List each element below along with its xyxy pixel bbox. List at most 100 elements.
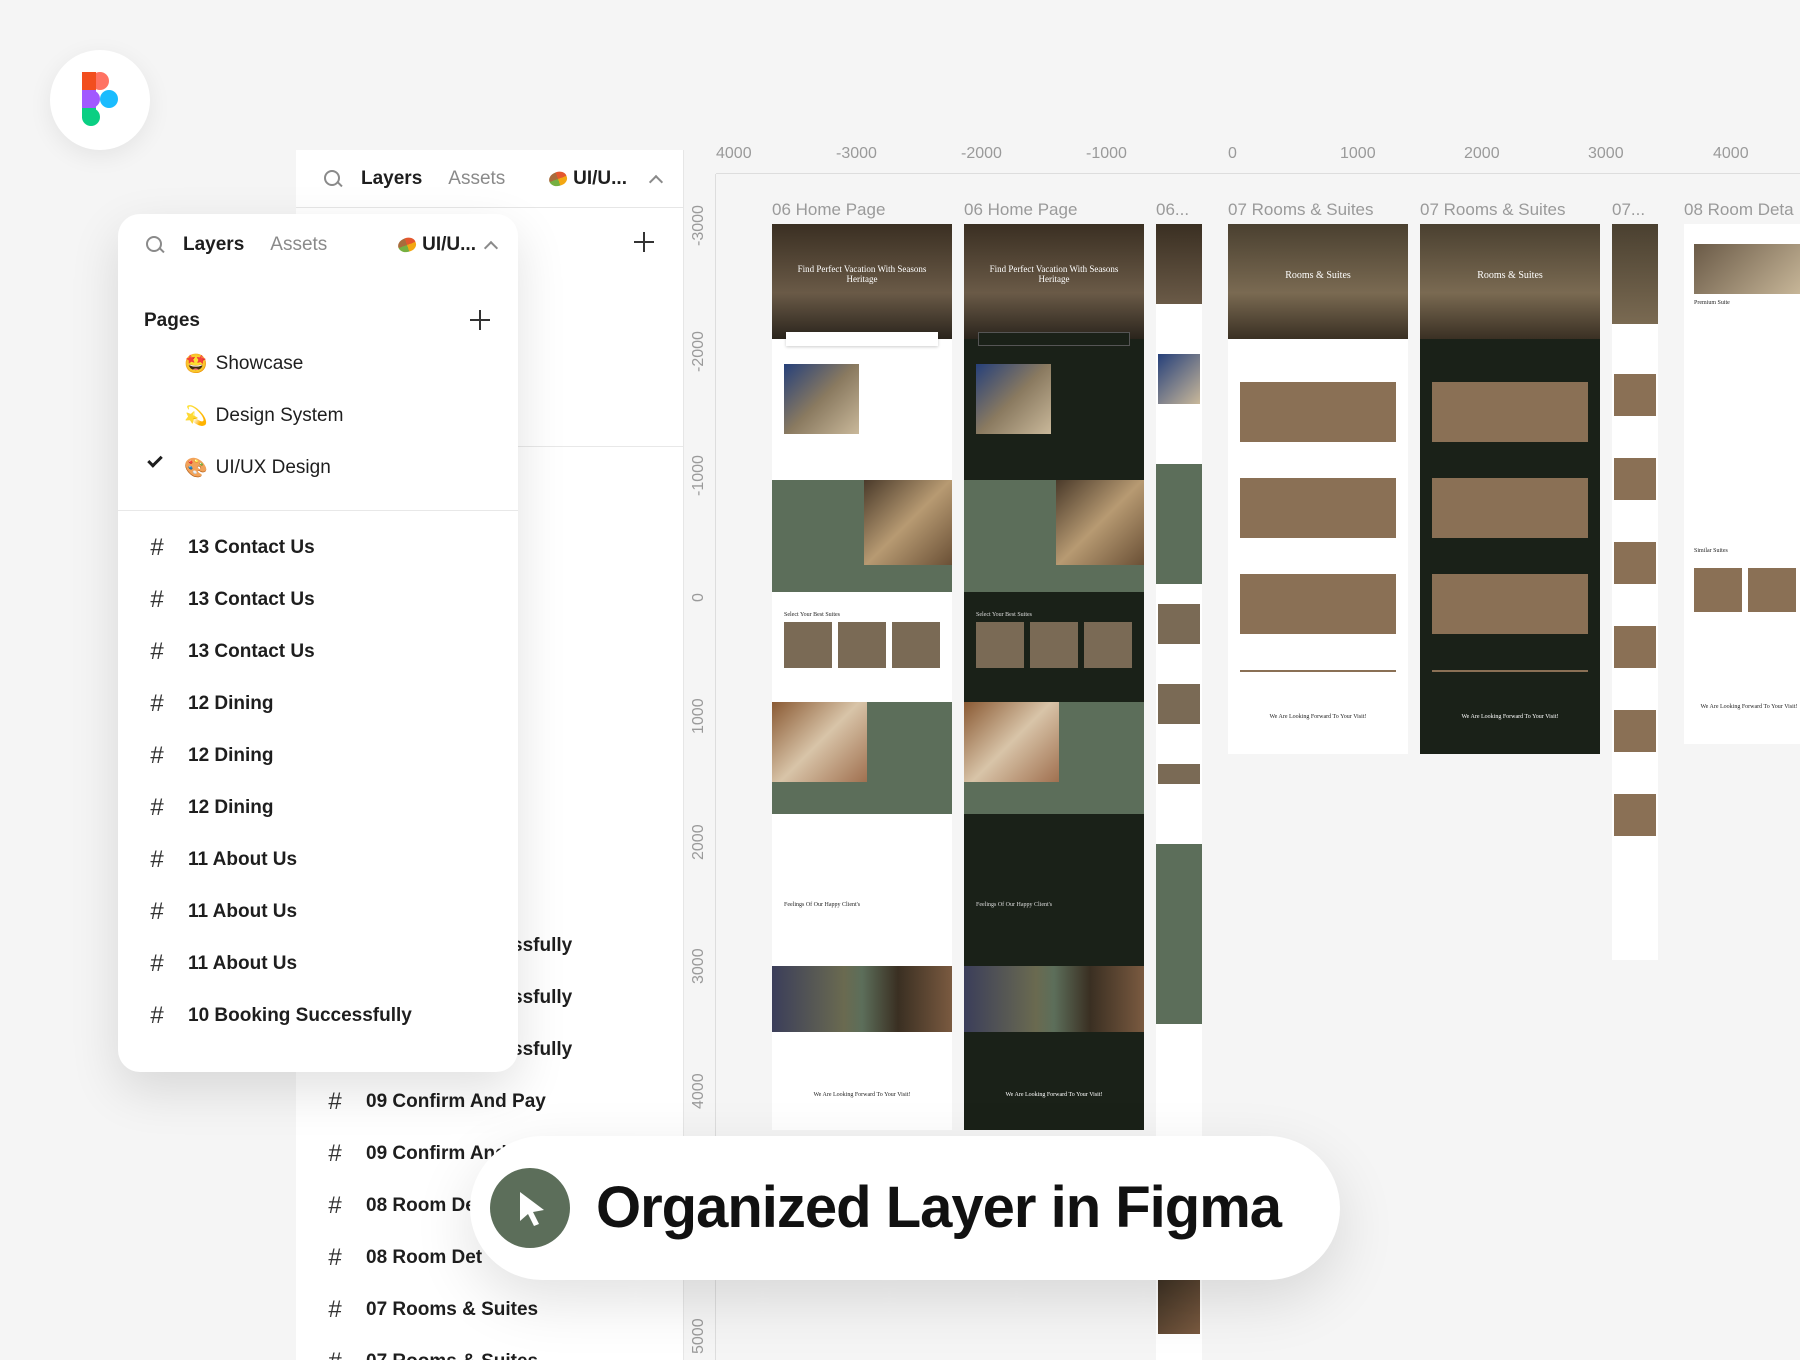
frame-icon: # [150,742,164,769]
panel-header: Layers Assets UI/U... [118,214,518,276]
add-page-button[interactable] [470,310,490,330]
layer-row[interactable]: #13 Contact Us [144,626,504,678]
layer-row[interactable]: #09 Confirm And Pay [322,1076,682,1128]
frame-icon: # [150,638,164,665]
similar-title: Similar Suites [1694,548,1728,554]
section-feelings: Feelings Of Our Happy Client's [976,902,1053,908]
layer-row[interactable]: ssfully [512,920,682,972]
footer-heading: We Are Looking Forward To Your Visit! [1005,1092,1103,1098]
ruler-tick: 4000 [690,1073,707,1109]
chevron-up-icon[interactable] [483,240,499,256]
layer-row[interactable]: #13 Contact Us [144,574,504,626]
layer-label: 13 Contact Us [188,641,315,662]
ruler-tick: 0 [690,593,707,602]
frame-icon: # [150,898,164,925]
footer-heading: We Are Looking Forward To Your Visit! [1700,704,1798,710]
palette-icon [396,235,419,255]
layer-label: ssfully [512,987,573,1008]
layer-list: #13 Contact Us #13 Contact Us #13 Contac… [144,522,504,1042]
page-switcher[interactable]: UI/U... [396,234,476,256]
search-icon[interactable] [323,169,343,189]
checkmark-icon [147,452,163,468]
layer-label: 11 About Us [188,901,298,922]
search-icon[interactable] [145,235,165,255]
frame-icon: # [328,1244,342,1271]
layer-label: 07 Rooms & Suites [366,1299,539,1320]
frame-title[interactable]: 07 Rooms & Suites [1420,200,1566,220]
layer-row[interactable]: #12 Dining [144,730,504,782]
frame-icon: # [328,1140,342,1167]
frame-rooms-mobile[interactable] [1612,224,1658,960]
frame-room-detail[interactable]: Premium Suite Similar Suites We Are Look… [1684,224,1800,744]
section-suites: Select Your Best Suites [976,612,1033,618]
figma-icon [82,72,118,126]
layer-row[interactable]: ssfully [512,972,682,1024]
frame-icon: # [150,794,164,821]
frame-icon: # [150,950,164,977]
frame-rooms-dark[interactable]: Rooms & Suites We Are Looking Forward To… [1420,224,1600,754]
footer-heading: We Are Looking Forward To Your Visit! [1461,714,1559,720]
frame-home-dark[interactable]: Find Perfect Vacation With Seasons Herit… [964,224,1144,1130]
layer-label: 08 Room Det [366,1247,483,1268]
tab-assets[interactable]: Assets [270,234,327,256]
layer-label: 13 Contact Us [188,589,315,610]
frame-title[interactable]: 07 Rooms & Suites [1228,200,1374,220]
pages-panel: Layers Assets UI/U... Pages 🤩 Showcase 💫… [118,214,518,1072]
frame-title[interactable]: 06 Home Page [964,200,1077,220]
frame-icon: # [150,846,164,873]
frame-icon: # [328,1088,342,1115]
frame-icon: # [150,1002,164,1029]
starstruck-icon: 🤩 [184,354,208,375]
page-switcher-label: UI/U... [422,234,476,255]
add-page-button[interactable] [634,232,654,252]
tab-assets[interactable]: Assets [448,168,505,190]
layer-row[interactable]: #11 About Us [144,938,504,990]
layer-label: ssfully [512,935,573,956]
page-item-label: UI/UX Design [215,457,331,478]
frame-title[interactable]: 06... [1156,200,1189,220]
layer-row[interactable]: ssfully [512,1024,682,1076]
panel-header: Layers Assets UI/U... [296,150,683,208]
ruler-tick: -2000 [690,331,707,372]
layer-row[interactable]: #12 Dining [144,782,504,834]
layer-row[interactable]: #07 Rooms & Suites [322,1336,682,1360]
page-item-uiux-design[interactable]: 🎨 UI/UX Design [184,456,331,480]
layer-row[interactable]: #12 Dining [144,678,504,730]
frame-title[interactable]: 06 Home Page [772,200,885,220]
page-switcher[interactable]: UI/U... [547,168,627,190]
layer-label: 12 Dining [188,745,274,766]
ruler-tick: 2000 [690,824,707,860]
layer-row[interactable]: #11 About Us [144,834,504,886]
section-feelings: Feelings Of Our Happy Client's [784,902,861,908]
page-item-label: Design System [215,405,344,426]
layer-label: ssfully [512,1039,573,1060]
layer-row[interactable]: #11 About Us [144,886,504,938]
chevron-up-icon[interactable] [648,174,664,189]
pages-heading: Pages [144,310,200,331]
tab-layers[interactable]: Layers [361,168,422,190]
frame-home-light[interactable]: Find Perfect Vacation With Seasons Herit… [772,224,952,1130]
layer-row[interactable]: #07 Rooms & Suites [322,1284,682,1336]
frame-title[interactable]: 07... [1612,200,1645,220]
frame-icon: # [150,534,164,561]
cursor-icon [520,1192,544,1226]
layer-label: 13 Contact Us [188,537,315,558]
dizzy-icon: 💫 [184,406,208,427]
footer-heading: We Are Looking Forward To Your Visit! [813,1092,911,1098]
ruler-tick: -1000 [690,455,707,496]
ruler-tick: 1000 [690,698,707,734]
page-item-showcase[interactable]: 🤩 Showcase [184,352,303,376]
cursor-badge [490,1168,570,1248]
tab-layers[interactable]: Layers [183,234,244,256]
frame-title[interactable]: 08 Room Deta [1684,200,1794,220]
frame-rooms-light[interactable]: Rooms & Suites We Are Looking Forward To… [1228,224,1408,754]
layer-row[interactable]: #10 Booking Successfully [144,990,504,1042]
layer-label: 10 Booking Successfully [188,1005,412,1026]
frame-icon: # [328,1296,342,1323]
layer-row[interactable]: #13 Contact Us [144,522,504,574]
hero-heading: Find Perfect Vacation With Seasons Herit… [989,264,1119,284]
page-item-design-system[interactable]: 💫 Design System [184,404,343,428]
layer-label: 12 Dining [188,797,274,818]
frame-icon: # [328,1192,342,1219]
rooms-hero: Rooms & Suites [1477,270,1543,281]
